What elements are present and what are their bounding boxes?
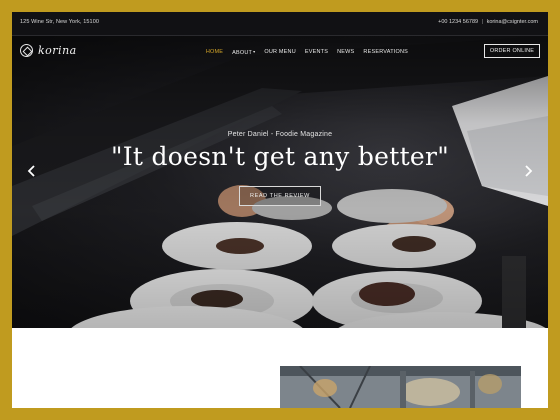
brand-name: korina bbox=[38, 44, 77, 57]
nav-item-about[interactable]: ABOUT▾ bbox=[232, 49, 255, 56]
nav-menu: HOME ABOUT▾ OUR MENU EVENTS NEWS RESERVA… bbox=[206, 49, 408, 56]
nav-item-home[interactable]: HOME bbox=[206, 49, 223, 56]
top-info-bar: 125 Wine Str, New York, 15100 +00 1234 5… bbox=[12, 12, 548, 36]
main-navbar: korina HOME ABOUT▾ OUR MENU EVENTS NEWS … bbox=[12, 36, 548, 68]
about-section bbox=[12, 328, 548, 408]
nav-item-our-menu[interactable]: OUR MENU bbox=[264, 49, 296, 56]
nav-item-events[interactable]: EVENTS bbox=[305, 49, 328, 56]
page-frame: 125 Wine Str, New York, 15100 +00 1234 5… bbox=[12, 12, 548, 408]
restaurant-interior-image bbox=[280, 366, 521, 408]
chevron-down-icon: ▾ bbox=[253, 49, 256, 54]
hero-dark-overlay bbox=[12, 36, 548, 328]
slide-title: "It doesn't get any better" bbox=[110, 142, 450, 171]
brand-logo[interactable]: korina bbox=[20, 44, 77, 57]
order-online-button[interactable]: ORDER ONLINE bbox=[484, 44, 540, 58]
email-link[interactable]: korina@csignter.com bbox=[487, 19, 538, 25]
chevron-right-icon[interactable] bbox=[522, 164, 534, 178]
nav-item-news[interactable]: NEWS bbox=[337, 49, 354, 56]
slide-caption: Peter Daniel - Foodie Magazine bbox=[227, 131, 333, 138]
read-review-button[interactable]: READ THE REVIEW bbox=[239, 186, 321, 206]
nav-item-reservations[interactable]: RESERVATIONS bbox=[363, 49, 408, 56]
hero-slider bbox=[12, 36, 548, 328]
chevron-left-icon[interactable] bbox=[26, 164, 38, 178]
nav-item-about-label: ABOUT bbox=[232, 50, 253, 56]
address-text: 125 Wine Str, New York, 15100 bbox=[20, 19, 100, 25]
contact-info: +00 1234 56789 | korina@csignter.com bbox=[438, 19, 538, 25]
logo-diamond-icon bbox=[20, 44, 33, 57]
phone-link[interactable]: +00 1234 56789 bbox=[438, 19, 478, 25]
contact-separator: | bbox=[481, 19, 484, 25]
